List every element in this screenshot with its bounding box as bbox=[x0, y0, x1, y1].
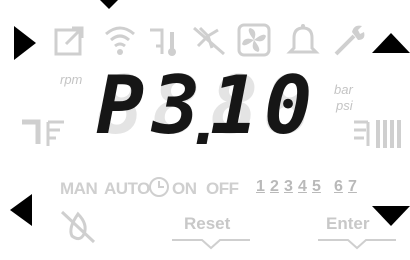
program-number-5: 5 bbox=[312, 178, 321, 195]
program-number-7: 7 bbox=[348, 178, 357, 195]
top-notch-indicator bbox=[100, 0, 118, 9]
down-arrow[interactable] bbox=[372, 206, 410, 226]
mode-off: OFF bbox=[206, 179, 239, 198]
mode-on: ON bbox=[172, 179, 197, 198]
reset-chevron-icon bbox=[172, 239, 250, 250]
reset-button[interactable]: Reset bbox=[184, 214, 230, 234]
faucet-icon bbox=[22, 119, 64, 146]
wrench-icon bbox=[334, 25, 365, 56]
display-digit-4: 0 bbox=[264, 59, 313, 152]
display-digit-1: P bbox=[96, 59, 145, 152]
program-number-1: 1 bbox=[256, 178, 265, 195]
program-number-6: 6 bbox=[334, 178, 343, 195]
program-number-3: 3 bbox=[284, 178, 293, 195]
enter-button[interactable]: Enter bbox=[326, 214, 369, 234]
psi-unit: psi bbox=[336, 98, 353, 113]
fan-box-icon bbox=[237, 23, 271, 57]
wifi-icon bbox=[105, 26, 135, 55]
program-number-2: 2 bbox=[270, 178, 279, 195]
left-back-arrow[interactable] bbox=[10, 194, 32, 226]
level-bars-icon bbox=[354, 120, 401, 148]
mode-man: MAN bbox=[60, 179, 98, 198]
fan-off-icon bbox=[193, 26, 225, 56]
display-digit-3: 1 bbox=[210, 59, 259, 152]
bar-unit: bar bbox=[334, 82, 353, 97]
temperature-icon bbox=[150, 28, 176, 56]
enter-chevron-icon bbox=[318, 239, 396, 250]
clock-icon bbox=[149, 177, 169, 197]
flame-off-icon bbox=[60, 210, 96, 244]
left-play-arrow[interactable] bbox=[14, 26, 36, 60]
bell-icon bbox=[286, 24, 320, 54]
program-number-4: 4 bbox=[298, 178, 307, 195]
open-external-icon bbox=[54, 26, 84, 56]
mode-auto: AUTO bbox=[104, 179, 150, 198]
rpm-unit: rpm bbox=[60, 72, 83, 87]
up-arrow[interactable] bbox=[372, 33, 410, 53]
